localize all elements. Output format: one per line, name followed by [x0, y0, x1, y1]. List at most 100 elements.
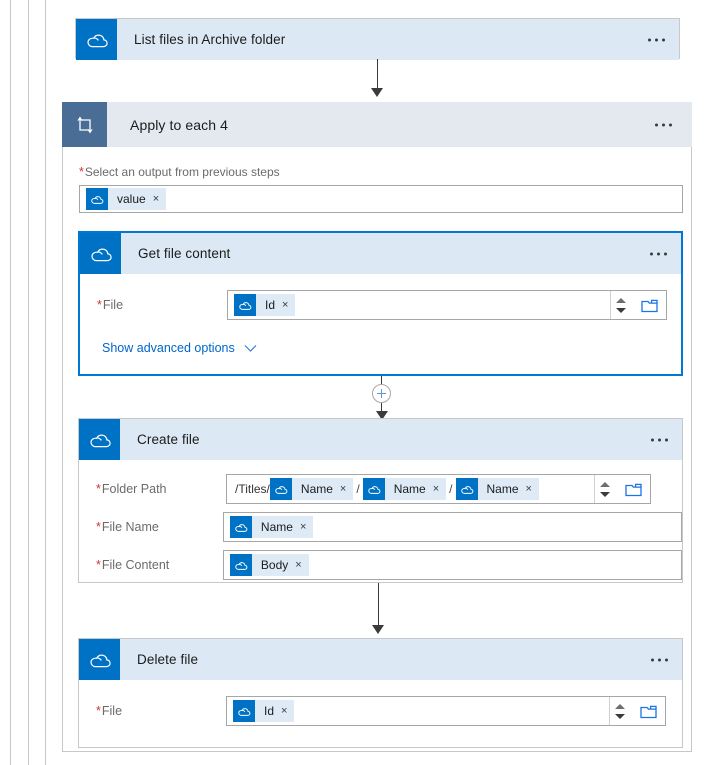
card-header: Create file: [79, 419, 682, 460]
stepper-down-icon[interactable]: [614, 713, 625, 719]
card-title: Get file content: [138, 246, 231, 261]
canvas-rail-2: [28, 0, 29, 765]
stepper-down-icon[interactable]: [615, 307, 626, 313]
add-step-button[interactable]: [372, 384, 391, 403]
field-label-wrap: *Folder Path: [96, 482, 226, 496]
token-label: Id: [264, 704, 275, 718]
file-content-input[interactable]: Body ×: [222, 550, 682, 580]
more-options-button[interactable]: [651, 658, 668, 661]
onedrive-cloud-icon: [269, 478, 292, 500]
token-remove-icon[interactable]: ×: [526, 483, 539, 495]
token-chip[interactable]: Name ×: [362, 478, 447, 500]
folder-picker-icon[interactable]: [635, 699, 661, 723]
onedrive-cloud-icon: [76, 19, 117, 60]
action-card-get-file-content[interactable]: Get file content *File Id × Show advance…: [78, 231, 683, 376]
token-label: Name: [486, 482, 519, 496]
advanced-options-label: Show advanced options: [102, 341, 235, 355]
folder-path-input[interactable]: /Titles/ Name × / Name × / Name ×: [226, 474, 651, 504]
file-input[interactable]: Id ×: [227, 290, 667, 320]
chevron-down-icon: [244, 344, 257, 353]
token-chip[interactable]: Name ×: [455, 478, 539, 500]
field-label-wrap: *File: [96, 704, 226, 718]
loop-output-label: Select an output from previous steps: [84, 165, 280, 179]
onedrive-cloud-icon: [86, 188, 108, 210]
onedrive-cloud-icon: [79, 639, 120, 680]
more-options-button[interactable]: [648, 38, 665, 41]
file-name-input[interactable]: Name ×: [222, 512, 682, 542]
onedrive-cloud-icon: [80, 233, 121, 274]
onedrive-cloud-icon: [233, 700, 255, 722]
card-body: *Folder Path /Titles/ Name × / Name × / …: [79, 474, 682, 580]
canvas-rail-1: [10, 0, 11, 765]
token-remove-icon[interactable]: ×: [153, 193, 166, 205]
field-label-wrap: *File Name: [96, 520, 223, 534]
required-marker: *: [79, 165, 84, 179]
loop-output-field: *Select an output from previous steps va…: [79, 165, 683, 213]
flow-designer-canvas: List files in Archive folder Apply to ea…: [0, 0, 707, 765]
folder-picker-icon[interactable]: [620, 477, 646, 501]
token-label: Name: [300, 482, 333, 496]
onedrive-cloud-icon: [229, 516, 252, 538]
show-advanced-options-link[interactable]: Show advanced options: [102, 341, 257, 355]
field-row-file: *File Id ×: [79, 696, 682, 726]
onedrive-cloud-icon: [229, 554, 252, 576]
token-chip[interactable]: Id ×: [234, 294, 296, 316]
required-marker: *: [96, 704, 101, 718]
path-separator: /: [449, 482, 453, 496]
value-stepper[interactable]: [609, 697, 629, 725]
stepper-down-icon[interactable]: [599, 491, 610, 497]
onedrive-cloud-icon: [362, 478, 385, 500]
loop-card-header: Apply to each 4: [62, 102, 692, 147]
loop-icon: [62, 102, 107, 147]
onedrive-cloud-icon: [234, 294, 256, 316]
advanced-options-row: Show advanced options: [80, 339, 681, 357]
value-stepper[interactable]: [610, 291, 630, 319]
file-input[interactable]: Id ×: [226, 696, 666, 726]
token-chip[interactable]: Name ×: [269, 478, 354, 500]
folder-picker-icon[interactable]: [636, 293, 662, 317]
card-title: List files in Archive folder: [134, 32, 286, 47]
token-chip[interactable]: Body ×: [229, 554, 309, 576]
required-marker: *: [96, 520, 101, 534]
path-separator: /: [356, 482, 360, 496]
value-stepper[interactable]: [594, 475, 614, 503]
field-label: Folder Path: [101, 482, 167, 496]
token-remove-icon[interactable]: ×: [340, 483, 353, 495]
token-remove-icon[interactable]: ×: [433, 483, 446, 495]
connector-arrow-1: [371, 59, 383, 97]
onedrive-cloud-icon: [79, 419, 120, 460]
field-label: File Name: [101, 520, 159, 534]
card-header: Delete file: [79, 639, 682, 680]
onedrive-cloud-icon: [455, 478, 478, 500]
field-row-folder-path: *Folder Path /Titles/ Name × / Name × / …: [79, 474, 682, 504]
token-chip[interactable]: Name ×: [229, 516, 314, 538]
more-options-button[interactable]: [651, 438, 668, 441]
token-label: value: [117, 192, 146, 206]
field-row-file: *File Id ×: [80, 290, 681, 320]
loop-card-title: Apply to each 4: [130, 116, 229, 133]
action-card-list-files[interactable]: List files in Archive folder: [75, 18, 680, 60]
required-marker: *: [96, 482, 101, 496]
stepper-up-icon[interactable]: [614, 703, 625, 709]
loop-container-apply-to-each[interactable]: Apply to each 4 *Select an output from p…: [62, 102, 692, 752]
field-label-wrap: *File Content: [96, 558, 223, 572]
token-label: Name: [260, 520, 293, 534]
action-card-delete-file[interactable]: Delete file *File Id ×: [78, 638, 683, 748]
token-remove-icon[interactable]: ×: [295, 559, 308, 571]
token-chip[interactable]: value ×: [86, 188, 167, 210]
required-marker: *: [97, 298, 102, 312]
token-remove-icon[interactable]: ×: [282, 299, 295, 311]
token-remove-icon[interactable]: ×: [281, 705, 294, 717]
loop-output-input[interactable]: value ×: [79, 185, 683, 213]
token-remove-icon[interactable]: ×: [300, 521, 313, 533]
stepper-up-icon[interactable]: [615, 297, 626, 303]
field-row-file-content: *File Content Body ×: [79, 550, 682, 580]
card-title: Create file: [137, 432, 200, 447]
connector-arrow-2: [372, 583, 384, 634]
action-card-create-file[interactable]: Create file *Folder Path /Titles/ Name ×…: [78, 418, 683, 583]
stepper-up-icon[interactable]: [599, 481, 610, 487]
more-options-button[interactable]: [650, 252, 667, 255]
token-label: Body: [260, 558, 289, 572]
token-chip[interactable]: Id ×: [233, 700, 295, 722]
loop-more-options-button[interactable]: [655, 123, 672, 126]
